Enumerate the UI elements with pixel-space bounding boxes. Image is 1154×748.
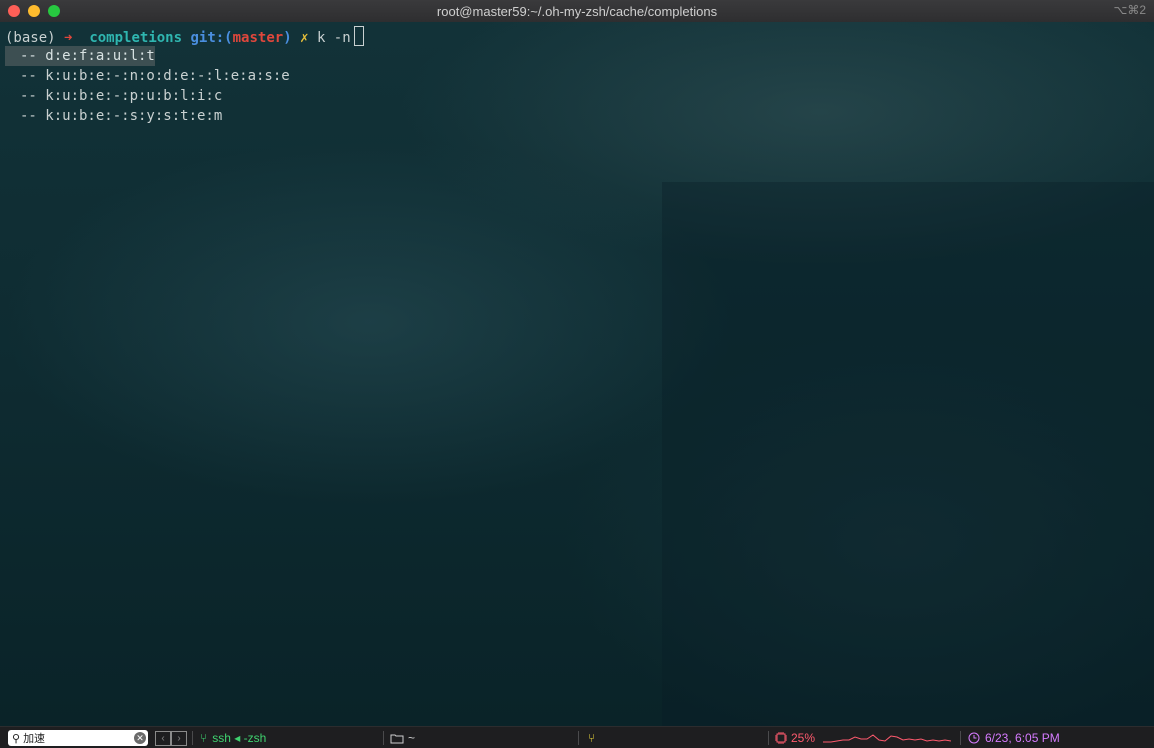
search-field[interactable]: ⚲ 加速 ✕ <box>8 730 148 746</box>
git-branch: master <box>232 30 284 46</box>
folder-label: ~ <box>408 731 416 745</box>
git-status[interactable]: ⑂ <box>588 727 595 748</box>
cpu-graph <box>823 734 952 743</box>
chevron-left-icon[interactable]: ‹ <box>155 730 171 746</box>
completion-item-default[interactable]: -- d:e:f:a:u:l:t <box>5 46 155 66</box>
completion-item-kube-system[interactable]: -- k:u:b:e:-:s:y:s:t:e:m <box>0 106 1154 126</box>
divider <box>960 731 961 745</box>
clock: 6/23, 6:05 PM <box>968 727 1060 748</box>
window-shortcut: ⌥⌘2 <box>1113 3 1146 17</box>
divider <box>192 731 193 745</box>
clock-icon <box>968 732 980 744</box>
current-dir: completions <box>89 30 183 46</box>
search-icon: ⚲ <box>12 732 21 745</box>
folder-icon <box>390 734 404 743</box>
current-directory[interactable]: ~ <box>390 727 415 748</box>
divider <box>383 731 384 745</box>
job-indicator[interactable]: ⑂ ssh ◂ -zsh <box>200 727 266 748</box>
completion-item-kube-public[interactable]: -- k:u:b:e:-:p:u:b:l:i:c <box>0 86 1154 106</box>
clear-search-icon[interactable]: ✕ <box>134 732 146 744</box>
cpu-monitor[interactable]: 25% <box>775 727 952 748</box>
git-label: git:( <box>190 30 233 46</box>
window-title: root@master59:~/.oh-my-zsh/cache/complet… <box>436 3 718 19</box>
git-dirty-mark: ✗ <box>300 30 309 46</box>
git-icon: ⑂ <box>588 731 596 745</box>
completion-item-kube-node-lease[interactable]: -- k:u:b:e:-:n:o:d:e:-:l:e:a:s:e <box>0 66 1154 86</box>
search-nav: ‹ › <box>155 727 187 748</box>
minimize-button[interactable] <box>28 5 40 17</box>
close-button[interactable] <box>8 5 20 17</box>
git-close: ) <box>283 30 292 46</box>
zoom-button[interactable] <box>48 5 60 17</box>
chevron-right-icon[interactable]: › <box>171 730 187 746</box>
background-window-reflection <box>662 182 1154 726</box>
prompt-line: (base) ➜ completions git:(master) ✗ k -n <box>0 26 1154 46</box>
search-input[interactable]: 加速 <box>23 730 45 746</box>
divider <box>768 731 769 745</box>
job-label: ssh ◂ -zsh <box>212 731 267 745</box>
terminal-window: root@master59:~/.oh-my-zsh/cache/complet… <box>0 0 1154 748</box>
cpu-icon <box>775 732 787 744</box>
prompt-arrow: ➜ <box>64 30 73 46</box>
branch-icon: ⑂ <box>200 731 208 745</box>
clock-text: 6/23, 6:05 PM <box>985 731 1060 745</box>
conda-env: (base) <box>5 30 56 46</box>
window-controls <box>8 5 60 17</box>
command-text: k -n <box>316 30 351 46</box>
cpu-percent: 25% <box>791 731 816 745</box>
terminal-output: (base) ➜ completions git:(master) ✗ k -n… <box>0 26 1154 126</box>
title-bar[interactable]: root@master59:~/.oh-my-zsh/cache/complet… <box>0 0 1154 23</box>
status-bar: ⚲ 加速 ✕ ‹ › ⑂ ssh ◂ -zsh ~ ⑂ 25% 6/23, 6:… <box>0 726 1154 748</box>
terminal-pane[interactable]: (base) ➜ completions git:(master) ✗ k -n… <box>0 22 1154 726</box>
divider <box>578 731 579 745</box>
text-cursor <box>353 26 364 46</box>
